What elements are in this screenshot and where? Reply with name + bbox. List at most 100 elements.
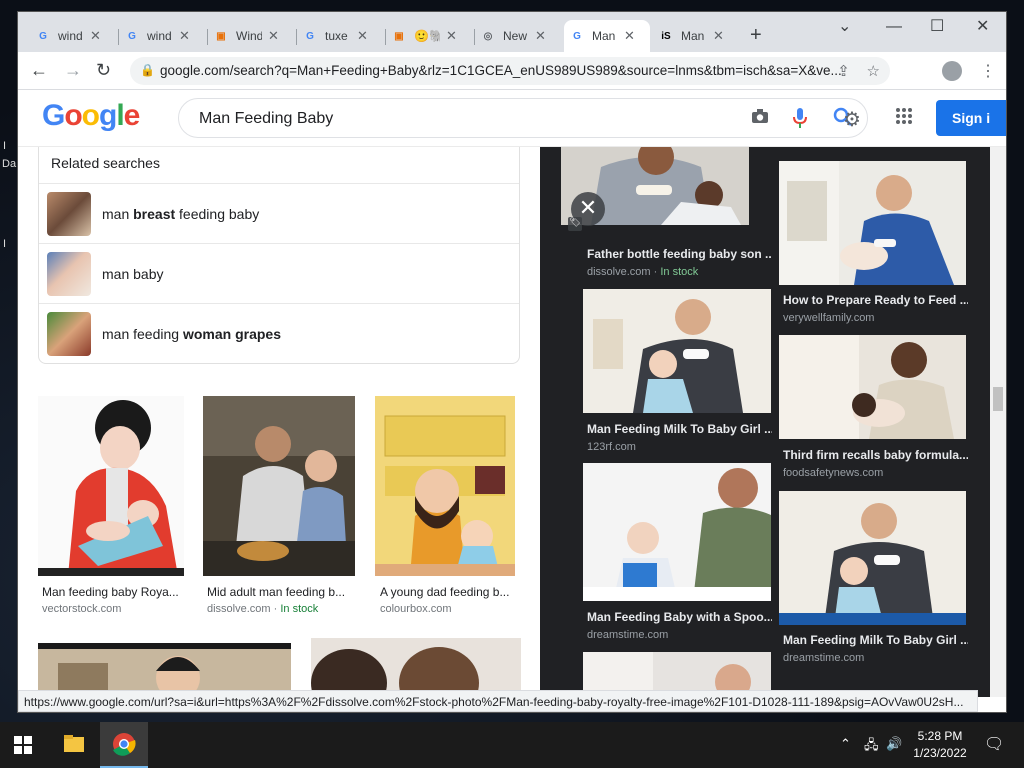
logo-letter: g: [99, 99, 117, 132]
microphone-icon[interactable]: [793, 108, 807, 133]
scroll-thumb[interactable]: [993, 387, 1003, 411]
tab-close-icon[interactable]: ✕: [90, 28, 101, 44]
tab-strip: Gwind ✕ Gwind ✕ ▣ Wind ✕ Gtuxe ✕ ▣ 🙂🐘 ✕ ◎ New ✕ G Man ✕ iS…: [18, 12, 1006, 52]
tab-close-icon[interactable]: ✕: [446, 28, 457, 44]
tab-close-icon[interactable]: ✕: [713, 28, 724, 44]
forward-button[interactable]: →: [64, 60, 82, 81]
menu-kebab-icon[interactable]: ⋮: [980, 61, 996, 81]
logo-letter: e: [123, 99, 141, 132]
panel-image-photo[interactable]: [779, 335, 966, 439]
tab-title: 🙂🐘: [414, 29, 440, 43]
logo-letter: o: [81, 99, 100, 132]
panel-caption[interactable]: Man Feeding Milk To Baby Girl ...: [783, 633, 968, 647]
browser-tab[interactable]: ▣ 🙂🐘 ✕: [386, 22, 472, 50]
related-thumbnail: [47, 252, 91, 296]
url-text[interactable]: google.com/search?q=Man+Feeding+Baby&rlz…: [160, 63, 860, 78]
panel-caption[interactable]: Father bottle feeding baby son ...: [587, 247, 772, 261]
related-search-item[interactable]: man baby: [39, 243, 519, 303]
panel-image-photo[interactable]: [779, 161, 966, 285]
tab-close-icon[interactable]: ✕: [357, 28, 368, 44]
result-image-photo[interactable]: [203, 396, 355, 576]
camera-icon[interactable]: [751, 108, 769, 129]
result-image-cartoon[interactable]: [375, 396, 515, 576]
related-thumbnail: [47, 192, 91, 236]
status-bar-url: https://www.google.com/url?sa=i&url=http…: [18, 690, 978, 712]
tab-close-icon[interactable]: ✕: [268, 28, 279, 44]
tab-title: Man: [592, 29, 616, 43]
istock-icon: iS: [661, 30, 671, 42]
result-image-photo[interactable]: [311, 638, 521, 697]
reload-button[interactable]: ↻: [96, 60, 111, 81]
panel-source: dreamstime.com: [783, 652, 865, 664]
result-source: colourbox.com: [380, 603, 452, 615]
windows-start-icon[interactable]: [14, 736, 32, 759]
browser-tab[interactable]: iS Man ✕: [653, 22, 739, 50]
tab-search-chevron-icon[interactable]: ⌄: [838, 16, 851, 36]
result-caption[interactable]: A young dad feeding b...: [380, 585, 522, 599]
panel-source: 123rf.com: [587, 441, 636, 453]
clock-time: 5:28 PM: [917, 729, 963, 743]
related-search-item[interactable]: man breast feeding baby: [39, 183, 519, 243]
image-preview-panel: ✕ 🏷 Father bottle feeding baby son ... d…: [540, 147, 990, 697]
lock-icon[interactable]: 🔒: [140, 63, 155, 77]
search-box[interactable]: Man Feeding Baby ⚙: [178, 98, 868, 138]
browser-tab[interactable]: G Man ✕: [564, 20, 650, 52]
minimize-button[interactable]: —: [886, 18, 902, 36]
panel-caption[interactable]: Third firm recalls baby formula...: [783, 448, 968, 462]
tab-title: New: [503, 29, 528, 43]
chrome-icon: ◎: [483, 30, 493, 42]
logo-letter: o: [64, 99, 82, 132]
bookmark-star-icon[interactable]: ☆: [867, 63, 880, 80]
back-button[interactable]: ←: [30, 60, 48, 81]
desktop-icon-fragment: I: [3, 238, 7, 250]
chrome-window: Gwind ✕ Gwind ✕ ▣ Wind ✕ Gtuxe ✕ ▣ 🙂🐘 ✕ ◎ New ✕ G Man ✕ iS…: [18, 12, 1006, 712]
related-searches-title: Related searches: [51, 155, 160, 171]
apps-grid-icon[interactable]: [895, 107, 913, 130]
network-icon[interactable]: 🖧: [864, 736, 879, 758]
result-caption[interactable]: Mid adult man feeding b...: [207, 585, 349, 599]
logo-letter: G: [42, 99, 65, 132]
notification-center-icon[interactable]: 🗨: [984, 734, 1004, 754]
chevron-up-icon[interactable]: ⌃: [840, 736, 851, 752]
browser-toolbar: ← → ↻ 🔒 google.com/search?q=Man+Feeding+…: [18, 52, 1006, 90]
share-bookmark-icons: ⇪ ☆: [837, 62, 880, 80]
result-caption[interactable]: Man feeding baby Roya...: [42, 585, 184, 599]
browser-tab[interactable]: Gtuxe ✕: [297, 22, 383, 50]
settings-gear-icon[interactable]: ⚙: [843, 107, 861, 132]
browser-tab[interactable]: ▣ Wind ✕: [208, 22, 294, 50]
panel-caption[interactable]: Man Feeding Milk To Baby Girl ...: [587, 422, 772, 436]
search-input[interactable]: Man Feeding Baby: [199, 110, 333, 128]
browser-tab[interactable]: ◎ New ✕: [475, 22, 561, 50]
in-stock-badge: In stock: [280, 603, 319, 615]
price-tag-icon: 🏷: [568, 217, 582, 231]
result-image-photo[interactable]: [38, 643, 291, 697]
close-window-button[interactable]: ✕: [976, 16, 989, 36]
tab-close-icon[interactable]: ✕: [179, 28, 190, 44]
chrome-taskbar-icon[interactable]: [100, 722, 148, 768]
result-image-illustration[interactable]: [38, 396, 184, 576]
new-tab-button[interactable]: +: [750, 24, 762, 47]
panel-caption[interactable]: How to Prepare Ready to Feed ...: [783, 293, 968, 307]
maximize-button[interactable]: ☐: [930, 16, 944, 36]
related-search-item[interactable]: man feeding woman grapes: [39, 303, 519, 363]
share-icon[interactable]: ⇪: [837, 63, 850, 80]
tab-close-icon[interactable]: ✕: [535, 28, 546, 44]
volume-icon[interactable]: 🔊: [886, 736, 902, 752]
browser-tab[interactable]: Gwind ✕: [119, 22, 205, 50]
panel-image-photo[interactable]: [583, 463, 771, 601]
page-scrollbar[interactable]: [990, 147, 1006, 697]
panel-image-photo[interactable]: [779, 491, 966, 625]
tab-close-icon[interactable]: ✕: [624, 28, 635, 44]
sign-in-button[interactable]: Sign i: [936, 100, 1006, 136]
file-explorer-icon[interactable]: [50, 722, 98, 768]
tab-title: Wind: [236, 29, 262, 43]
in-stock-badge: In stock: [660, 266, 699, 278]
browser-tab[interactable]: Gwind ✕: [30, 22, 116, 50]
profile-avatar-icon[interactable]: [942, 61, 962, 81]
desktop-icon-fragment: Da: [2, 158, 17, 170]
panel-image-photo[interactable]: [583, 289, 771, 413]
google-logo[interactable]: Google: [42, 99, 141, 133]
system-clock[interactable]: 5:28 PM 1/23/2022: [908, 728, 972, 762]
panel-caption[interactable]: Man Feeding Baby with a Spoo...: [587, 610, 772, 624]
address-bar[interactable]: 🔒 google.com/search?q=Man+Feeding+Baby&r…: [130, 57, 890, 85]
